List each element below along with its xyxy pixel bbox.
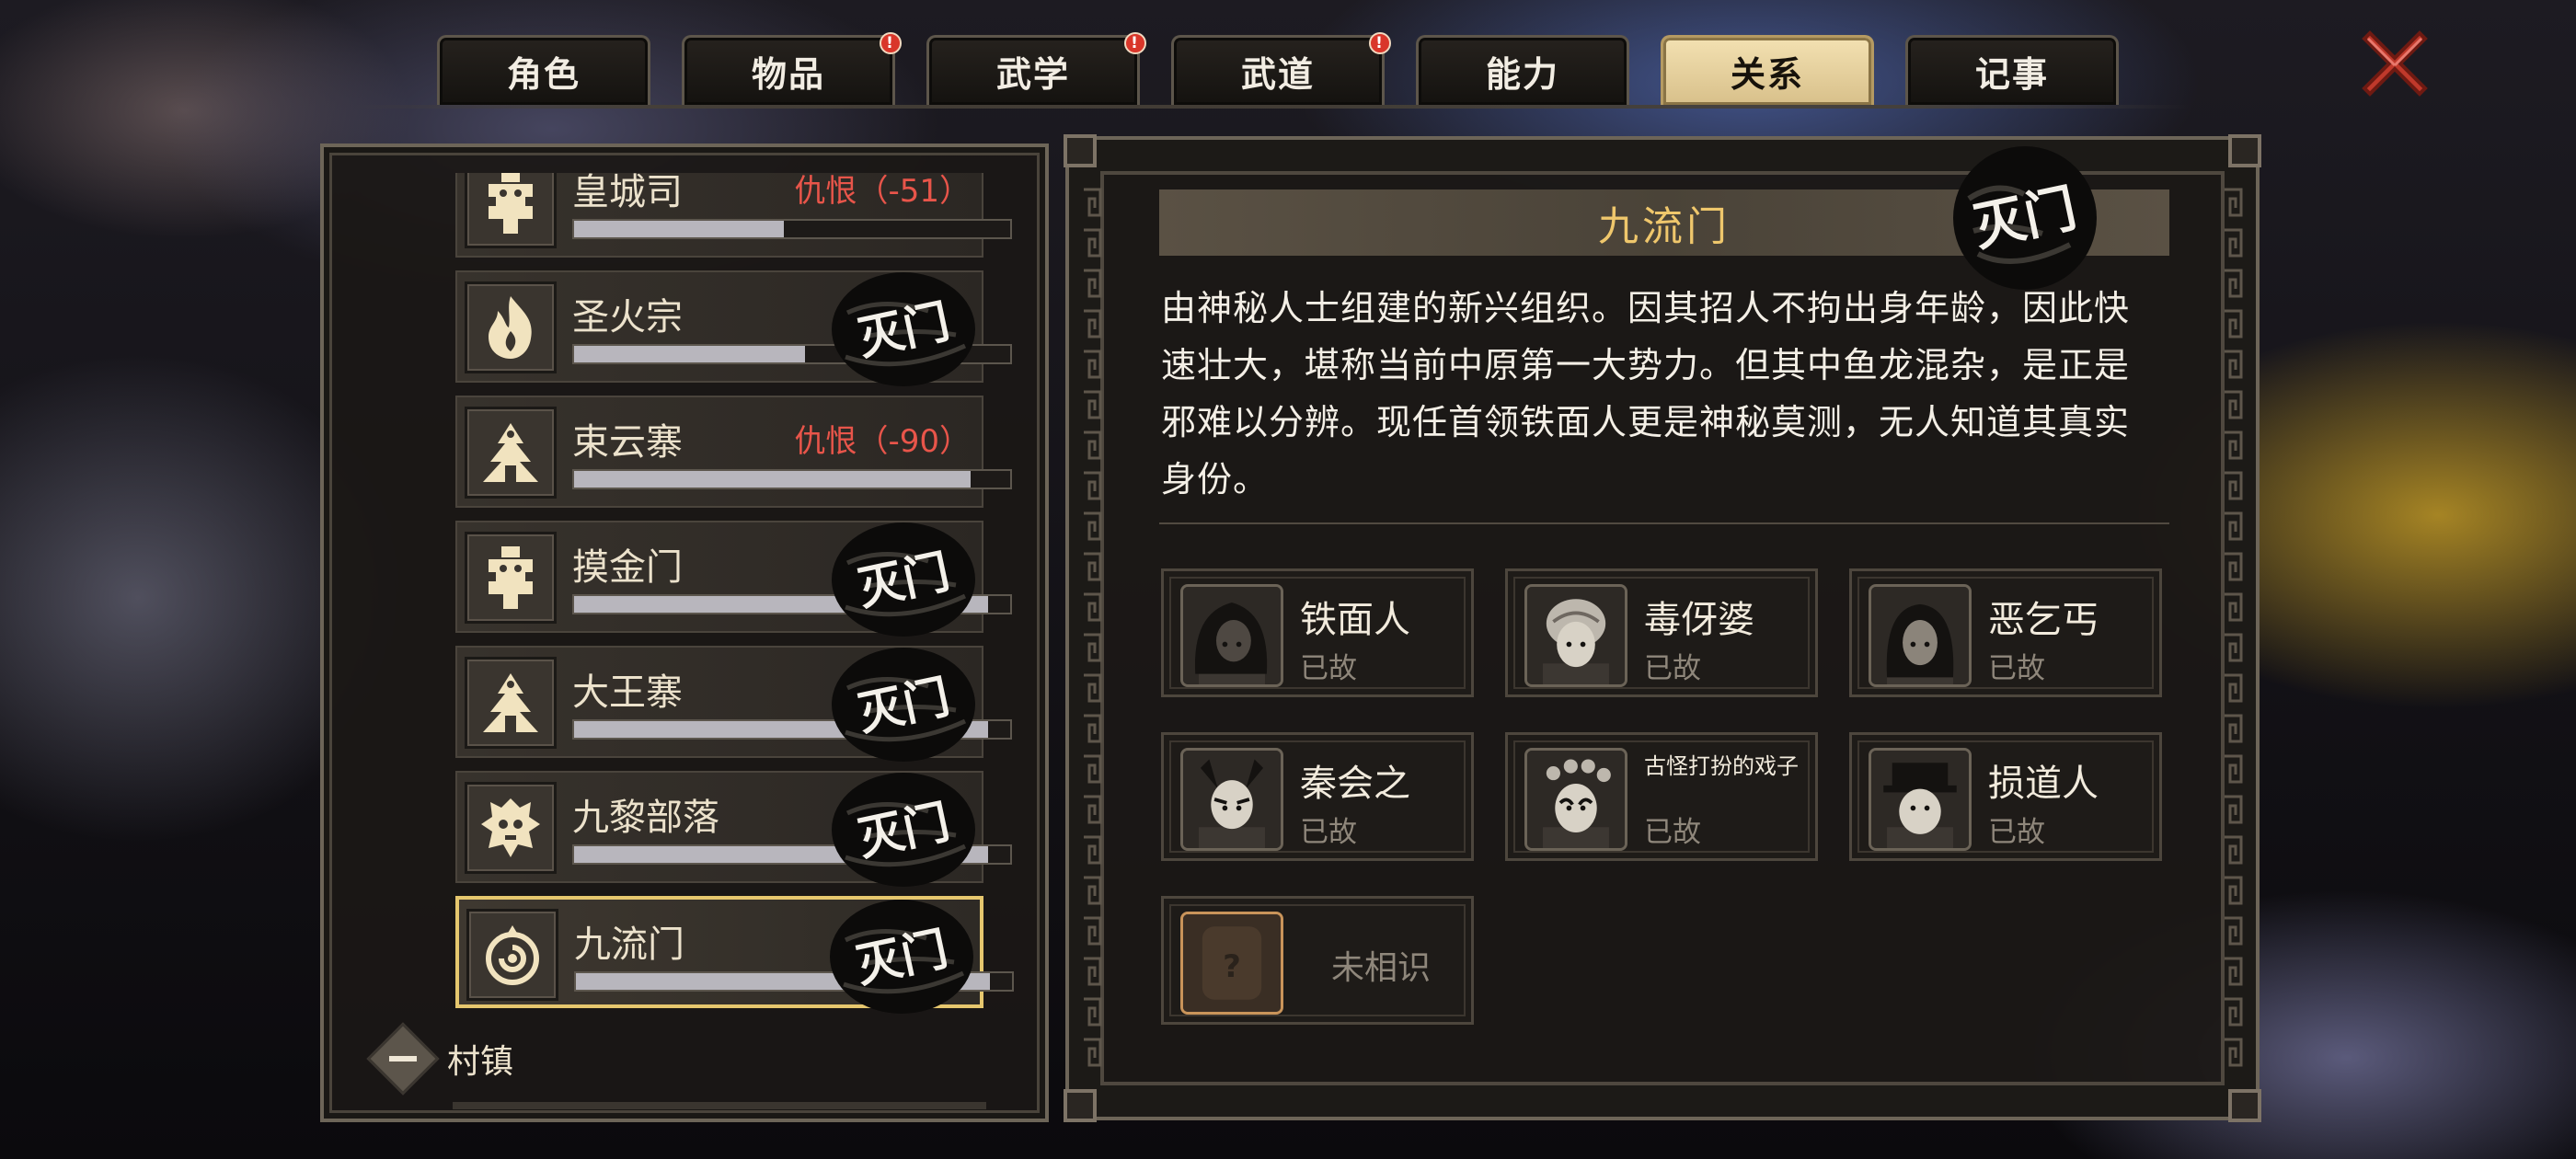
tab-underline <box>350 105 2190 109</box>
tab-2[interactable]: 武学! <box>926 32 1146 105</box>
member-card[interactable]: 古怪打扮的戏子 已故 <box>1505 732 1818 861</box>
destroyed-stamp-icon: 灭门 <box>832 522 975 637</box>
faction-item[interactable]: 摸金门 灭门 <box>455 521 1012 637</box>
hooded-portrait-icon <box>1180 584 1283 687</box>
tab-label: 角色 <box>506 54 581 95</box>
relation-bar-fill <box>574 221 784 237</box>
member-status: 已故 <box>1988 652 2045 685</box>
corner-ornament <box>2228 134 2261 167</box>
corner-ornament <box>1064 134 1097 167</box>
faction-item[interactable]: 九黎部落 灭门 <box>455 771 1012 887</box>
faction-item[interactable]: 圣火宗 灭门 <box>455 270 1012 386</box>
camp-emblem-icon <box>465 407 557 499</box>
tab-label: 记事 <box>1974 54 2049 95</box>
member-status: 已故 <box>1988 816 2045 849</box>
tab-1[interactable]: 物品! <box>682 32 902 105</box>
member-status: 已故 <box>1300 652 1357 685</box>
faction-item[interactable]: 皇城司 仇恨（-51） <box>455 173 1012 258</box>
faction-list-panel: 皇城司 仇恨（-51） 圣火宗 灭门 束云寨 仇恨（-90） 摸金门 灭门 大王… <box>320 143 1049 1122</box>
border-ornament-left <box>1080 186 1104 1078</box>
tab-label: 关系 <box>1730 54 1804 95</box>
member-status: 已故 <box>1644 816 1701 849</box>
collapse-icon <box>366 1022 440 1096</box>
faction-name: 九流门 <box>574 924 684 966</box>
section-label: 村镇 <box>447 1043 514 1081</box>
relation-bar-fill <box>574 346 806 362</box>
relation-bar-fill <box>574 471 972 488</box>
totem-emblem-icon <box>465 173 557 248</box>
destroyed-stamp-icon: 灭门 <box>830 900 973 1014</box>
beggar-portrait-icon <box>1869 584 1972 687</box>
tab-0[interactable]: 角色 <box>437 35 650 105</box>
tab-4[interactable]: 能力 <box>1416 35 1629 105</box>
member-name: 毒伢婆 <box>1644 599 1754 641</box>
unknown-member-card[interactable]: ? 未相识 <box>1161 896 1474 1025</box>
relation-bar <box>572 219 1012 239</box>
svg-text:?: ? <box>1223 948 1241 985</box>
member-name: 损道人 <box>1988 763 2099 805</box>
border-ornament-right <box>2221 186 2245 1078</box>
tab-bar: 角色 物品! 武学! 武道! 能力 关系 记事 <box>437 32 2119 107</box>
faction-name: 九黎部落 <box>572 797 719 839</box>
unknown-label: 未相识 <box>1331 949 1432 987</box>
tab-6[interactable]: 记事 <box>1905 35 2119 105</box>
old-woman-portrait-icon <box>1524 584 1627 687</box>
corner-ornament <box>1064 1089 1097 1122</box>
close-button[interactable] <box>2353 22 2436 105</box>
tab-label: 物品 <box>751 54 825 95</box>
relation-bar <box>572 469 1012 489</box>
masked-portrait-icon <box>1180 748 1283 851</box>
member-card[interactable]: 毒伢婆 已故 <box>1505 568 1818 697</box>
faction-name: 束云寨 <box>572 421 683 464</box>
notification-badge-icon: ! <box>880 32 902 54</box>
faction-item[interactable]: 大王寨 灭门 <box>455 646 1012 762</box>
member-card[interactable]: 恶乞丐 已故 <box>1849 568 2162 697</box>
faction-name: 圣火宗 <box>572 296 683 339</box>
section-header-villages[interactable]: 村镇 <box>366 1022 514 1096</box>
tab-label: 能力 <box>1485 54 1559 95</box>
faction-item[interactable]: 束云寨 仇恨（-90） <box>455 396 1012 508</box>
swirl-emblem-icon <box>466 909 558 1001</box>
unknown-portrait-icon: ? <box>1180 912 1283 1015</box>
camp-emblem-icon <box>465 657 557 749</box>
member-status: 已故 <box>1300 816 1357 849</box>
destroyed-stamp-icon: 灭门 <box>832 272 975 386</box>
faction-item[interactable]: 九流门 灭门 <box>455 896 1014 1014</box>
opera-portrait-icon <box>1524 748 1627 851</box>
member-card[interactable]: 损道人 已故 <box>1849 732 2162 861</box>
divider <box>1159 522 2169 524</box>
faction-list-scroll[interactable]: 皇城司 仇恨（-51） 圣火宗 灭门 束云寨 仇恨（-90） 摸金门 灭门 大王… <box>324 173 1045 1102</box>
taoist-portrait-icon <box>1869 748 1972 851</box>
notification-badge-icon: ! <box>1124 32 1146 54</box>
next-item-edge <box>453 1102 986 1109</box>
destroyed-stamp-icon: 灭门 <box>1953 146 2097 290</box>
faction-name: 摸金门 <box>572 546 683 589</box>
corner-ornament <box>2228 1089 2261 1122</box>
tab-3[interactable]: 武道! <box>1171 32 1391 105</box>
faction-name: 皇城司 <box>572 173 683 213</box>
tab-label: 武道 <box>1240 54 1315 95</box>
destroyed-stamp-icon: 灭门 <box>832 648 975 762</box>
tab-5[interactable]: 关系 <box>1661 35 1874 105</box>
member-name: 铁面人 <box>1300 599 1410 641</box>
member-name: 古怪打扮的戏子 <box>1644 753 1799 779</box>
member-status: 已故 <box>1644 652 1701 685</box>
destroyed-stamp-icon: 灭门 <box>832 773 975 887</box>
member-name: 恶乞丐 <box>1988 599 2099 641</box>
member-name: 秦会之 <box>1300 763 1410 805</box>
tab-label: 武学 <box>995 54 1070 95</box>
totem-emblem-icon <box>465 532 557 624</box>
faction-title: 九流门 <box>1598 203 1731 250</box>
close-icon <box>2362 30 2428 97</box>
hatred-value: 仇恨（-90） <box>794 423 971 460</box>
member-card[interactable]: 秦会之 已故 <box>1161 732 1474 861</box>
beast-emblem-icon <box>465 782 557 874</box>
hatred-value: 仇恨（-51） <box>794 173 971 210</box>
faction-description: 由神秘人士组建的新兴组织。因其招人不拘出身年龄，因此快速壮大，堪称当前中原第一大… <box>1161 288 2131 499</box>
faction-detail-panel: 九流门 灭门 由神秘人士组建的新兴组织。因其招人不拘出身年龄，因此快速壮大，堪称… <box>1064 134 2261 1122</box>
flame-emblem-icon <box>465 281 557 373</box>
faction-name: 大王寨 <box>572 671 683 714</box>
notification-badge-icon: ! <box>1369 32 1391 54</box>
member-card[interactable]: 铁面人 已故 <box>1161 568 1474 697</box>
